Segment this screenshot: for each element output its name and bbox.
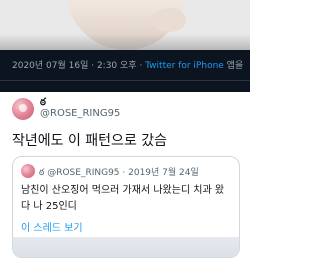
view-thread-link[interactable]: 이 스레드 보기 <box>21 219 83 234</box>
tweet[interactable]: ఠ @ROSE_RING95 작년에도 이 패턴으로 갔슴 ఠ @ROSE_RI… <box>0 92 250 258</box>
quoted-photo[interactable] <box>13 237 239 257</box>
quoted-header: ఠ @ROSE_RING95 · 2019년 7월 24일 <box>39 165 199 180</box>
tweet-meta: 2020년 07월 16일 · 2:30 오후 · Twitter for iP… <box>12 58 248 71</box>
tweet-photo[interactable] <box>0 0 250 50</box>
quoted-date: · 2019년 7월 24일 <box>122 168 199 178</box>
quoted-text: 남친이 산오징어 먹으러 가재서 나왔는디 치과 왔다 나 25인디 <box>21 185 225 212</box>
divider <box>0 80 250 81</box>
user-handle[interactable]: @ROSE_RING95 <box>40 108 120 119</box>
photo-shade <box>0 34 250 50</box>
photo-content-detail <box>152 8 186 32</box>
quoted-avatar[interactable] <box>21 164 35 178</box>
tweet-source-link[interactable]: Twitter for iPhone <box>145 61 224 71</box>
tweet-source-suffix: 앱을 <box>223 61 244 71</box>
quoted-display-name: ఠ <box>39 168 45 178</box>
quoted-handle: @ROSE_RING95 <box>47 168 120 178</box>
tweet-text: 작년에도 이 패턴으로 갔슴 <box>12 133 168 149</box>
previous-tweet-footer <box>0 50 250 92</box>
tweet-timestamp: 2020년 07월 16일 · 2:30 오후 · <box>12 61 146 71</box>
avatar[interactable] <box>12 98 34 120</box>
quoted-tweet[interactable]: ఠ @ROSE_RING95 · 2019년 7월 24일 남친이 산오징어 먹… <box>12 156 240 258</box>
